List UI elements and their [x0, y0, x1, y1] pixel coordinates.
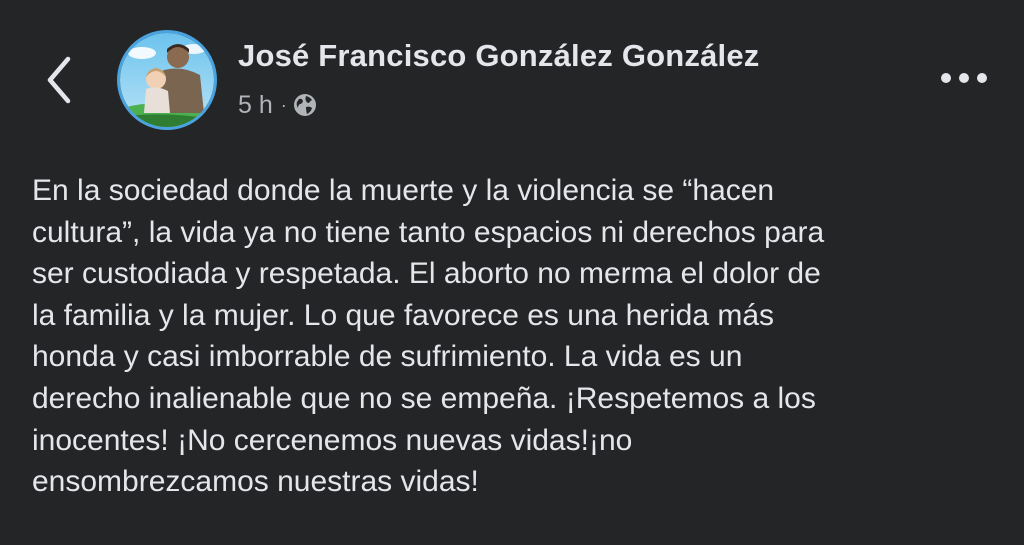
- post-timestamp[interactable]: 5 h: [238, 91, 273, 120]
- post-body-text: En la sociedad donde la muerte y la viol…: [32, 174, 825, 499]
- more-horizontal-icon: [941, 73, 987, 83]
- avatar-photo: [120, 33, 214, 127]
- globe-icon[interactable]: [293, 93, 317, 117]
- post-screen: José Francisco González González 5 h · E…: [0, 0, 1024, 545]
- meta-separator: ·: [280, 95, 287, 115]
- more-options-button[interactable]: [934, 58, 994, 98]
- post-meta: 5 h ·: [238, 90, 317, 120]
- author-avatar[interactable]: [117, 30, 217, 130]
- author-name[interactable]: José Francisco González González: [238, 38, 760, 74]
- chevron-left-icon: [47, 56, 71, 104]
- back-button[interactable]: [34, 52, 84, 108]
